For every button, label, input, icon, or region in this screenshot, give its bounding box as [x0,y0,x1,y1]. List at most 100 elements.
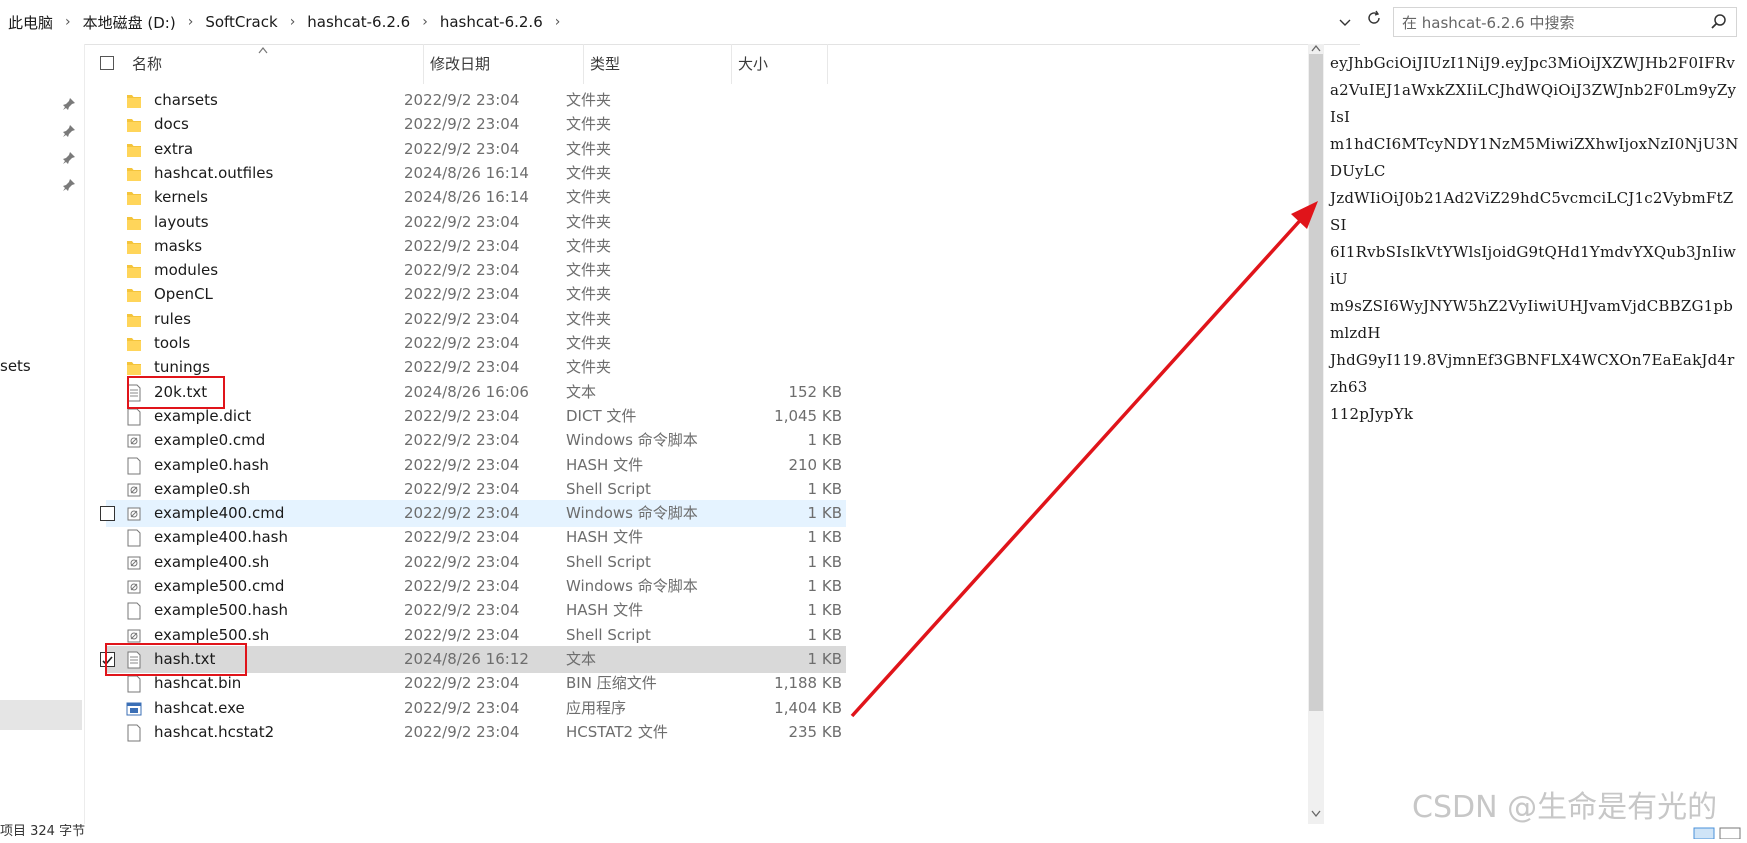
file-type: 文件夹 [566,164,612,182]
folder-icon [126,286,142,304]
highlight-box [105,643,247,676]
pin-icon[interactable] [62,96,76,110]
file-row[interactable]: docs 2022/9/2 23:04 文件夹 [106,111,846,138]
file-date: 2022/9/2 23:04 [404,115,520,133]
file-row[interactable]: example500.hash 2022/9/2 23:04 HASH 文件 1 KB [106,597,846,624]
preview-line: 112pJypYk [1330,405,1414,423]
scrollbar-thumb[interactable] [1309,54,1323,711]
pin-icon[interactable] [62,123,76,137]
file-date: 2022/9/2 23:04 [404,480,520,498]
file-date: 2022/9/2 23:04 [404,407,520,425]
column-type[interactable]: 类型 [584,44,732,84]
search-icon[interactable] [1708,11,1730,33]
scroll-down-icon[interactable] [1311,808,1321,821]
preview-line: JhdG9yI119.8VjmnEf3GBNFLX4WCXOn7EaEakJd4… [1330,351,1735,396]
nav-item-partial[interactable]: sets [0,357,31,375]
file-row[interactable]: example0.cmd 2022/9/2 23:04 Windows 命令脚本 1 … [106,427,846,454]
file-row[interactable]: charsets 2022/9/2 23:04 文件夹 [106,87,846,114]
file-row[interactable]: example500.cmd 2022/9/2 23:04 Windows 命令脚本… [106,573,846,600]
pin-icon[interactable] [62,150,76,164]
file-name: example0.hash [154,456,269,474]
file-row[interactable]: example400.hash 2022/9/2 23:04 HASH 文件 1 KB [106,524,846,551]
file-row[interactable]: hashcat.exe 2022/9/2 23:04 应用程序 1,404 KB [106,695,846,722]
file-row[interactable]: example400.sh 2022/9/2 23:04 Shell Script 1… [106,549,846,576]
breadcrumb-item[interactable]: 此电脑 [8,12,53,33]
file-date: 2022/9/2 23:04 [404,358,520,376]
file-type: HCSTAT2 文件 [566,723,668,741]
folder-icon [126,165,142,183]
file-date: 2022/9/2 23:04 [404,91,520,109]
file-row[interactable]: hashcat.hcstat2 2022/9/2 23:04 HCSTAT2 文件 2… [106,719,846,746]
file-type: 应用程序 [566,699,627,717]
chevron-right-icon[interactable]: › [290,14,296,30]
file-row[interactable]: example400.cmd 2022/9/2 23:04 Windows 命令脚本… [100,500,846,527]
file-type: 文本 [566,650,597,668]
vertical-scrollbar[interactable] [1308,44,1324,824]
nav-item-selected[interactable] [0,700,82,730]
file-name: example500.cmd [154,577,285,595]
file-name: hashcat.exe [154,699,245,717]
file-name: kernels [154,188,209,206]
breadcrumb-item[interactable]: hashcat-6.2.6 [307,13,410,31]
file-row[interactable]: extra 2022/9/2 23:04 文件夹 [106,136,846,163]
file-name: example0.cmd [154,431,266,449]
breadcrumb-item[interactable]: 本地磁盘 (D:) [83,12,176,33]
file-row[interactable]: example0.hash 2022/9/2 23:04 HASH 文件 210 KB [106,452,846,479]
file-type: 文件夹 [566,188,612,206]
file-date: 2022/9/2 23:04 [404,626,520,644]
status-text: 项目 324 字节 [0,824,86,837]
watermark: CSDN @生命是有光的 [1412,790,1718,825]
refresh-icon[interactable] [1360,8,1388,36]
file-row[interactable]: modules 2022/9/2 23:04 文件夹 [106,257,846,284]
preview-line: a2VuIEJ1aWxkZXIiLCJhdWQiOiJ3ZWJnb2F0Lm9y… [1330,81,1737,126]
file-type: 文件夹 [566,91,612,109]
file-row[interactable]: example0.sh 2022/9/2 23:04 Shell Script 1 K… [106,476,846,503]
pin-icon[interactable] [62,177,76,191]
file-row[interactable]: hashcat.outfiles 2024/8/26 16:14 文件夹 [106,160,846,187]
file-name: example400.hash [154,528,288,546]
file-date: 2022/9/2 23:04 [404,528,520,546]
file-date: 2022/9/2 23:04 [404,601,520,619]
preview-line: JzdWIiOiJ0b21Ad2ViZ29hdC5vcmciLCJ1c2Vybm… [1330,189,1734,234]
search-input[interactable]: 在 hashcat-6.2.6 中搜索 [1393,7,1737,37]
file-type: 文件夹 [566,115,612,133]
file-row[interactable]: masks 2022/9/2 23:04 文件夹 [106,233,846,260]
preview-line: m1hdCI6MTcyNDY1NzM5MiwiZXhwIjoxNzI0NjU3N… [1330,135,1739,180]
column-name[interactable]: 名称 [126,44,424,84]
folder-icon [126,189,142,207]
file-size: 1,404 KB [774,699,842,717]
breadcrumb-item[interactable]: hashcat-6.2.6 [440,13,543,31]
column-date[interactable]: 修改日期 [424,44,584,84]
file-name: layouts [154,213,209,231]
chevron-down-icon[interactable] [1338,12,1354,32]
file-row[interactable]: tools 2022/9/2 23:04 文件夹 [106,330,846,357]
file-date: 2022/9/2 23:04 [404,285,520,303]
file-date: 2022/9/2 23:04 [404,310,520,328]
file-row[interactable]: rules 2022/9/2 23:04 文件夹 [106,306,846,333]
chevron-right-icon[interactable]: › [422,14,428,30]
file-size: 1 KB [807,577,842,595]
preview-pane: eyJhbGciOiJIUzI1NiJ9.eyJpc3MiOiJXZWJHb2F… [1330,50,1740,428]
script-file-icon [126,578,142,596]
file-row[interactable]: OpenCL 2022/9/2 23:04 文件夹 [106,281,846,308]
file-icon [126,457,142,475]
column-size[interactable]: 大小 [732,44,828,84]
chevron-right-icon[interactable]: › [188,14,194,30]
address-bar[interactable]: 此电脑 › 本地磁盘 (D:) › SoftCrack › hashcat-6.2.6 › ha… [0,0,1360,45]
file-type: 文件夹 [566,140,612,158]
chevron-right-icon[interactable]: › [555,14,561,30]
row-checkbox[interactable] [100,506,115,521]
file-type: Windows 命令脚本 [566,504,698,522]
file-icon [126,602,142,620]
chevron-right-icon[interactable]: › [65,14,71,30]
file-row[interactable]: kernels 2024/8/26 16:14 文件夹 [106,184,846,211]
preview-line: eyJhbGciOiJIUzI1NiJ9.eyJpc3MiOiJXZWJHb2F… [1330,54,1736,72]
breadcrumb-item[interactable]: SoftCrack [205,13,277,31]
file-date: 2024/8/26 16:12 [404,650,529,668]
file-row[interactable]: layouts 2022/9/2 23:04 文件夹 [106,209,846,236]
file-date: 2022/9/2 23:04 [404,456,520,474]
file-size: 235 KB [788,723,842,741]
file-date: 2024/8/26 16:14 [404,188,529,206]
file-type: Shell Script [566,626,651,644]
folder-icon [126,116,142,134]
